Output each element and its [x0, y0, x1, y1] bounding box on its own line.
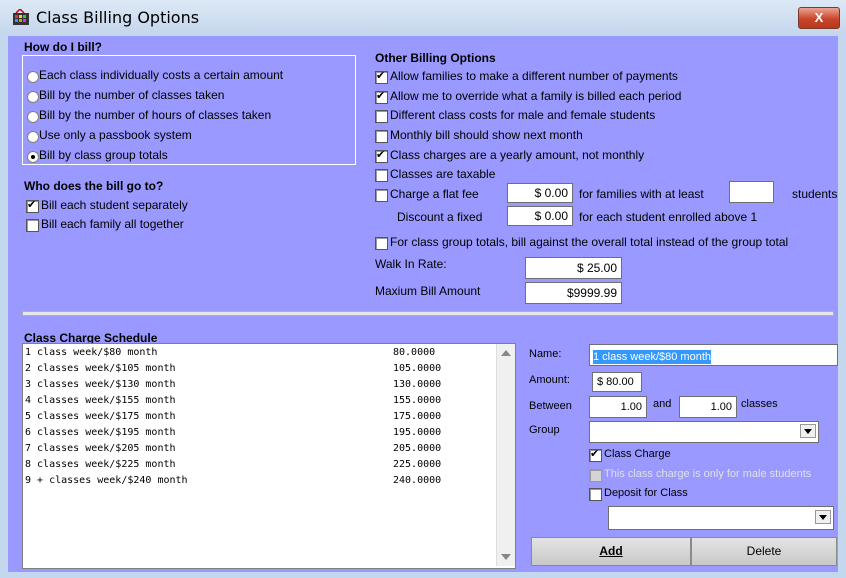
between-to-input[interactable]: 1.00 — [679, 396, 737, 418]
and-label: and — [653, 398, 672, 410]
male-only-label: This class charge is only for male stude… — [604, 468, 812, 480]
name-input[interactable]: 1 class week/$80 month — [589, 344, 838, 366]
bill-option-label[interactable]: Bill by class group totals — [39, 148, 168, 162]
scroll-up-icon[interactable] — [501, 350, 511, 356]
section-divider — [22, 311, 834, 316]
bill-each-student-label: Bill each student separately — [41, 198, 188, 212]
close-button[interactable]: X — [798, 7, 840, 29]
list-item[interactable]: 2 classes week/$105 month 105.0000 — [25, 363, 441, 374]
how-bill-heading: How do I bill? — [24, 40, 102, 54]
bill-option-radio[interactable] — [27, 151, 39, 163]
option-checkbox[interactable] — [375, 69, 388, 84]
bill-to-heading: Who does the bill go to? — [24, 179, 164, 193]
chevron-down-icon[interactable] — [800, 424, 816, 438]
close-icon: X — [814, 10, 824, 25]
discount-suffix: for each student enrolled above 1 — [579, 210, 758, 224]
list-item[interactable]: 6 classes week/$195 month 195.0000 — [25, 427, 441, 438]
students-label: students — [792, 187, 838, 201]
walk-in-label: Walk In Rate: — [375, 257, 447, 271]
deposit-checkbox[interactable] — [589, 488, 602, 501]
class-charge-checkbox[interactable] — [589, 447, 602, 462]
group-dropdown[interactable] — [589, 421, 819, 443]
flat-fee-label: Charge a flat fee — [390, 187, 479, 201]
app-icon — [13, 9, 29, 25]
male-only-checkbox — [589, 469, 602, 482]
flat-fee-checkbox[interactable] — [375, 189, 388, 202]
window-title: Class Billing Options — [36, 8, 200, 27]
list-item[interactable]: 9 + classes week/$240 month 240.0000 — [25, 475, 441, 486]
between-from-input[interactable]: 1.00 — [589, 396, 647, 418]
group-label: Group — [529, 424, 560, 436]
max-bill-label: Maxium Bill Amount — [375, 284, 481, 298]
option-checkbox[interactable] — [375, 148, 388, 163]
bill-option-label[interactable]: Bill by the number of hours of classes t… — [39, 108, 271, 122]
between-label: Between — [529, 400, 572, 412]
class-billing-options-window: Class Billing Options X How do I bill? E… — [0, 0, 846, 578]
flat-fee-suffix: for families with at least — [579, 187, 704, 201]
schedule-scrollbar[interactable] — [496, 344, 515, 566]
group-total-label: For class group totals, bill against the… — [390, 235, 789, 249]
option-checkbox[interactable] — [375, 110, 388, 123]
option-label: Class charges are a yearly amount, not m… — [390, 148, 645, 162]
option-checkbox[interactable] — [375, 89, 388, 104]
class-charge-label: Class Charge — [604, 448, 671, 460]
list-item[interactable]: 8 classes week/$225 month 225.0000 — [25, 459, 441, 470]
schedule-list[interactable]: 1 class week/$80 month 80.0000 2 classes … — [22, 343, 516, 569]
bill-option-label[interactable]: Each class individually costs a certain … — [39, 68, 283, 82]
discount-input[interactable]: $ 0.00 — [507, 206, 573, 226]
bill-each-family-label: Bill each family all together — [41, 217, 184, 231]
delete-button[interactable]: Delete — [691, 537, 837, 566]
bill-option-radio[interactable] — [27, 131, 39, 143]
option-checkbox[interactable] — [375, 130, 388, 143]
walk-in-input[interactable]: $ 25.00 — [525, 257, 622, 279]
bill-option-radio[interactable] — [27, 91, 39, 103]
option-label: Monthly bill should show next month — [390, 128, 583, 142]
bill-each-family-checkbox[interactable] — [26, 219, 39, 232]
list-item[interactable]: 1 class week/$80 month 80.0000 — [25, 347, 435, 358]
list-item[interactable]: 5 classes week/$175 month 175.0000 — [25, 411, 441, 422]
option-label: Different class costs for male and femal… — [390, 108, 656, 122]
group-total-checkbox[interactable] — [375, 237, 388, 250]
list-item[interactable]: 7 classes week/$205 month 205.0000 — [25, 443, 441, 454]
min-students-input[interactable] — [729, 181, 774, 203]
bill-option-label[interactable]: Use only a passbook system — [39, 128, 192, 142]
scroll-down-icon[interactable] — [501, 554, 511, 560]
title-bar: Class Billing Options X — [0, 0, 846, 36]
chevron-down-icon[interactable] — [815, 510, 831, 524]
discount-label: Discount a fixed — [397, 210, 483, 224]
bill-option-radio[interactable] — [27, 111, 39, 123]
max-bill-input[interactable]: $9999.99 — [525, 282, 622, 304]
list-item[interactable]: 4 classes week/$155 month 155.0000 — [25, 395, 441, 406]
name-label: Name: — [529, 348, 562, 360]
option-label: Allow families to make a different numbe… — [390, 69, 678, 83]
bill-each-student-checkbox[interactable] — [26, 198, 39, 213]
list-item[interactable]: 3 classes week/$130 month 130.0000 — [25, 379, 441, 390]
name-input-value: 1 class week/$80 month — [593, 350, 712, 364]
bill-option-radio[interactable] — [27, 71, 39, 83]
flat-fee-input[interactable]: $ 0.00 — [507, 183, 573, 203]
classes-label: classes — [741, 398, 778, 410]
other-options-heading: Other Billing Options — [375, 51, 496, 65]
deposit-dropdown[interactable] — [608, 506, 834, 530]
bill-option-label[interactable]: Bill by the number of classes taken — [39, 88, 224, 102]
amount-input[interactable]: $ 80.00 — [592, 372, 642, 392]
add-button[interactable]: Add — [531, 537, 691, 566]
option-checkbox[interactable] — [375, 169, 388, 182]
option-label: Allow me to override what a family is bi… — [390, 89, 682, 103]
amount-label: Amount: — [529, 374, 570, 386]
deposit-label: Deposit for Class — [604, 487, 688, 499]
option-label: Classes are taxable — [390, 167, 496, 181]
dialog-body: How do I bill? Each class individually c… — [8, 36, 838, 572]
